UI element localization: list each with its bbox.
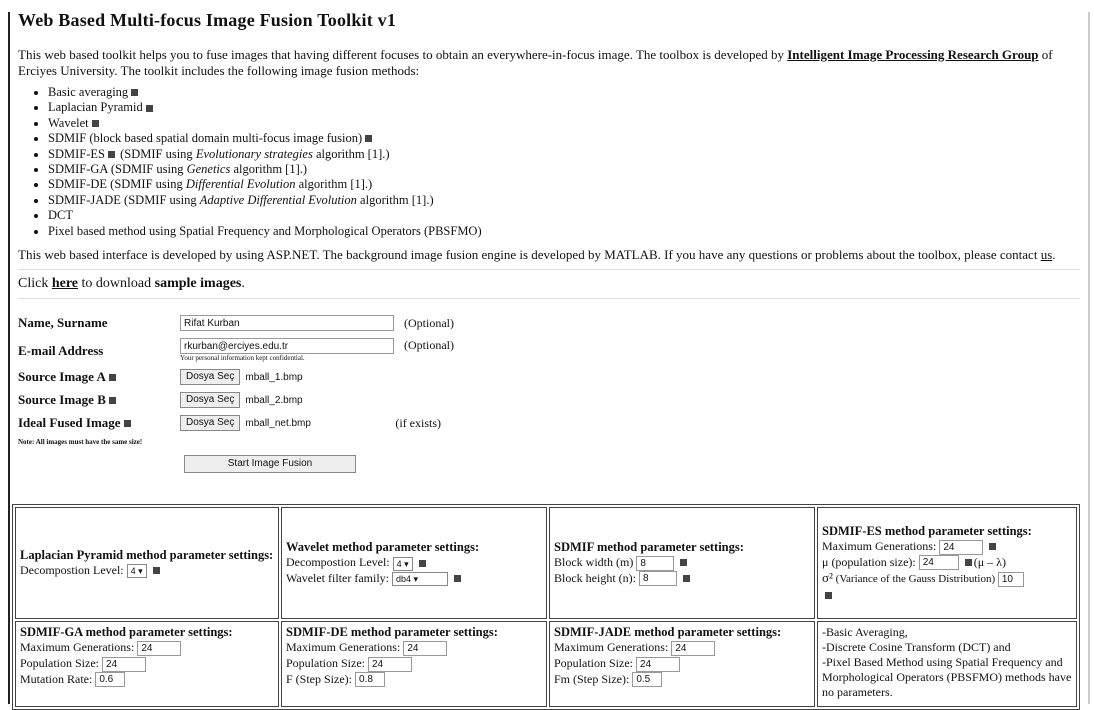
- divider: [18, 298, 1080, 300]
- list-item: SDMIF-ES (SDMIF using Evolutionary strat…: [48, 147, 1080, 162]
- laplacian-level-select[interactable]: 4 ▾: [126, 564, 147, 579]
- es-title: SDMIF-ES method parameter settings:: [822, 523, 1032, 538]
- sdmif-cell: SDMIF method parameter settings: Block w…: [549, 507, 815, 619]
- list-item: Basic averaging: [48, 85, 1080, 100]
- jade-maxgen-input[interactable]: 24: [671, 640, 716, 656]
- wavelet-title: Wavelet method parameter settings:: [286, 540, 480, 555]
- list-item: DCT: [48, 208, 1080, 223]
- help-icon[interactable]: [145, 104, 153, 112]
- help-icon[interactable]: [152, 567, 160, 575]
- sdmif-es-cell: SDMIF-ES method parameter settings: Maxi…: [817, 507, 1077, 619]
- ga-pop-input[interactable]: 24: [102, 656, 146, 672]
- same-size-note: Note: All images must have the same size…: [18, 438, 143, 447]
- list-item: Wavelet: [48, 116, 1080, 131]
- no-param-cell: -Basic Averaging, -Discrete Cosine Trans…: [817, 621, 1077, 707]
- file-name-b: mball_2.bmp: [245, 394, 303, 406]
- no-param-line-1: -Basic Averaging,: [822, 625, 908, 639]
- list-item: Pixel based method using Spatial Frequen…: [48, 224, 1080, 239]
- contact-us-link[interactable]: us: [1041, 247, 1053, 262]
- no-param-line-3: -Pixel Based Method using Spatial Freque…: [822, 655, 1072, 699]
- sample-download-line: Click here to download sample images.: [18, 276, 245, 292]
- intro-text-1: This web based toolkit helps you to fuse…: [18, 47, 788, 62]
- list-item: SDMIF-JADE (SDMIF using Adaptive Differe…: [48, 193, 1080, 208]
- laplacian-title: Laplacian Pyramid method parameter setti…: [20, 547, 274, 562]
- parameter-table: Laplacian Pyramid method parameter setti…: [12, 504, 1080, 710]
- block-width-input[interactable]: 8: [636, 555, 675, 571]
- de-maxgen-input[interactable]: 24: [403, 640, 448, 656]
- start-fusion-button[interactable]: Start Image Fusion: [184, 455, 356, 474]
- file-name-a: mball_1.bmp: [245, 371, 303, 383]
- laplacian-cell: Laplacian Pyramid method parameter setti…: [15, 507, 279, 619]
- intro-paragraph: This web based toolkit helps you to fuse…: [18, 47, 1080, 79]
- email-label: E-mail Address: [18, 343, 104, 359]
- ga-cell: SDMIF-GA method parameter settings: Maxi…: [15, 621, 279, 707]
- fusion-form: Name, Surname Rifat Kurban (Optional) E-…: [18, 305, 1080, 474]
- help-icon[interactable]: [108, 374, 116, 382]
- help-icon[interactable]: [365, 135, 373, 143]
- help-icon[interactable]: [454, 574, 461, 582]
- file-name-ideal: mball_net.bmp: [245, 417, 311, 429]
- right-scrollbar[interactable]: [1088, 12, 1090, 704]
- ga-maxgen-input[interactable]: 24: [137, 640, 182, 656]
- ga-mutation-input[interactable]: 0.6: [95, 672, 126, 688]
- methods-list: Basic averaging Laplacian Pyramid Wavele…: [18, 85, 1080, 239]
- research-group-link[interactable]: Intelligent Image Processing Research Gr…: [787, 47, 1038, 62]
- block-height-input[interactable]: 8: [638, 571, 677, 587]
- contact-paragraph: This web based interface is developed by…: [18, 247, 1056, 263]
- file-choose-button-ideal[interactable]: Dosya Seç: [180, 415, 241, 432]
- jade-cell: SDMIF-JADE method parameter settings: Ma…: [549, 621, 815, 707]
- help-icon[interactable]: [682, 574, 690, 582]
- de-pop-input[interactable]: 24: [368, 656, 412, 672]
- es-var-input[interactable]: 10: [997, 572, 1024, 588]
- source-b-label: Source Image B: [18, 392, 180, 408]
- if-exists-note: (if exists): [395, 415, 442, 430]
- jade-title: SDMIF-JADE method parameter settings:: [554, 625, 782, 639]
- help-icon[interactable]: [825, 591, 832, 599]
- help-icon[interactable]: [418, 559, 426, 567]
- help-icon[interactable]: [989, 543, 997, 550]
- file-choose-button-a[interactable]: Dosya Seç: [180, 369, 241, 386]
- page-title: Web Based Multi-focus Image Fusion Toolk…: [18, 10, 397, 30]
- file-choose-button-b[interactable]: Dosya Seç: [180, 392, 241, 409]
- list-item: Laplacian Pyramid: [48, 100, 1080, 115]
- name-input[interactable]: Rifat Kurban: [180, 315, 394, 332]
- jade-pop-input[interactable]: 24: [636, 656, 680, 672]
- list-item: SDMIF-DE (SDMIF using Differential Evolu…: [48, 177, 1080, 192]
- divider: [18, 269, 1080, 271]
- de-f-input[interactable]: 0.8: [355, 672, 385, 688]
- help-icon[interactable]: [108, 397, 116, 405]
- ideal-label: Ideal Fused Image: [18, 415, 180, 431]
- left-border: [8, 12, 10, 704]
- privacy-note: Your personal information kept confident…: [180, 354, 305, 363]
- ga-title: SDMIF-GA method parameter settings:: [20, 625, 233, 639]
- list-item: SDMIF (block based spatial domain multi-…: [48, 131, 1080, 146]
- email-optional: (Optional): [404, 338, 454, 353]
- wavelet-filter-select[interactable]: db4 ▾: [392, 571, 448, 586]
- list-item: SDMIF-GA (SDMIF using Genetics algorithm…: [48, 162, 1080, 177]
- help-icon[interactable]: [680, 559, 688, 566]
- es-maxgen-input[interactable]: 24: [939, 539, 984, 555]
- email-input[interactable]: rkurban@erciyes.edu.tr: [180, 338, 394, 355]
- jade-fm-input[interactable]: 0.5: [632, 672, 663, 688]
- de-title: SDMIF-DE method parameter settings:: [286, 625, 498, 639]
- page-content: Web Based Multi-focus Image Fusion Toolk…: [18, 0, 1080, 474]
- sample-download-link[interactable]: here: [52, 276, 78, 291]
- help-icon[interactable]: [123, 420, 131, 428]
- name-optional: (Optional): [404, 315, 454, 330]
- name-label: Name, Surname: [18, 315, 108, 331]
- wavelet-cell: Wavelet method parameter settings: Decom…: [281, 507, 547, 619]
- help-icon[interactable]: [91, 119, 99, 127]
- wavelet-level-select[interactable]: 4 ▾: [392, 556, 413, 571]
- help-icon[interactable]: [107, 150, 115, 158]
- source-a-label: Source Image A: [18, 369, 180, 385]
- es-pop-input[interactable]: 24: [918, 555, 959, 571]
- de-cell: SDMIF-DE method parameter settings: Maxi…: [281, 621, 547, 707]
- no-param-line-2: -Discrete Cosine Transform (DCT) and: [822, 640, 1011, 654]
- help-icon[interactable]: [131, 89, 139, 97]
- sdmif-title: SDMIF method parameter settings:: [554, 539, 744, 554]
- help-icon[interactable]: [964, 558, 972, 566]
